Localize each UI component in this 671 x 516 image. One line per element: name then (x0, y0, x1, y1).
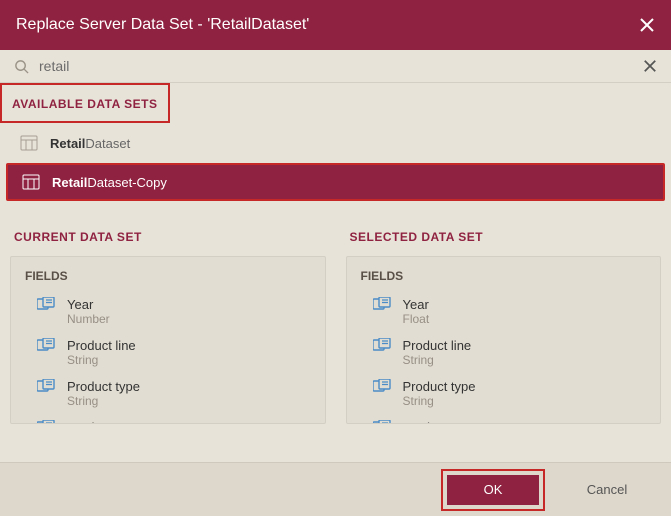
field-list-selected: YearFloatProduct lineStringProduct typeS… (347, 293, 661, 424)
ok-button[interactable]: OK (447, 475, 539, 505)
search-icon (14, 59, 29, 74)
current-fields-panel: FIELDS YearNumberProduct lineStringProdu… (10, 256, 326, 424)
selected-dataset-header: SELECTED DATA SET (346, 220, 662, 256)
field-text: Product lineString (403, 338, 472, 367)
field-name: Product (403, 420, 448, 424)
field-text: YearNumber (67, 297, 110, 326)
search-input[interactable] (39, 58, 633, 74)
field-name: Product line (403, 338, 472, 353)
field-text: Product typeString (67, 379, 140, 408)
field-name: Year (403, 297, 430, 312)
available-datasets-header: AVAILABLE DATA SETS (0, 83, 170, 123)
field-list-current: YearNumberProduct lineStringProduct type… (11, 293, 325, 424)
field-type: String (403, 353, 472, 367)
titlebar: Replace Server Data Set - 'RetailDataset… (0, 0, 671, 50)
field-icon (37, 379, 55, 393)
field-name: Year (67, 297, 110, 312)
field-text: Product typeString (403, 379, 476, 408)
dataset-row-selected[interactable]: RetailDataset-Copy (6, 163, 665, 201)
field-icon (37, 420, 55, 424)
field-row[interactable]: Product typeString (11, 375, 325, 416)
field-icon (37, 338, 55, 352)
field-icon (373, 297, 391, 311)
dialog-title: Replace Server Data Set - 'RetailDataset… (16, 16, 309, 34)
field-row[interactable]: Product typeString (347, 375, 661, 416)
dataset-row[interactable]: RetailDataset (6, 126, 665, 160)
cancel-button[interactable]: Cancel (561, 475, 653, 505)
field-row[interactable]: Product lineString (11, 334, 325, 375)
field-type: Number (67, 312, 110, 326)
dataset-list: RetailDataset RetailDataset-Copy (0, 126, 671, 214)
field-row[interactable]: YearFloat (347, 293, 661, 334)
field-row[interactable]: Product (347, 416, 661, 424)
dataset-label: RetailDataset (50, 136, 130, 151)
field-icon (37, 297, 55, 311)
field-name: Product type (67, 379, 140, 394)
dialog-footer: OK Cancel (0, 462, 671, 516)
field-row[interactable]: Product (11, 416, 325, 424)
field-name: Product line (67, 338, 136, 353)
clear-search-icon[interactable] (643, 59, 657, 73)
field-type: String (403, 394, 476, 408)
dataset-label: RetailDataset-Copy (52, 175, 167, 190)
dataset-icon (20, 135, 38, 151)
dataset-icon (22, 174, 40, 190)
field-text: Product (67, 420, 112, 424)
search-bar (0, 50, 671, 83)
field-text: Product lineString (67, 338, 136, 367)
field-row[interactable]: Product lineString (347, 334, 661, 375)
field-icon (373, 379, 391, 393)
field-icon (373, 420, 391, 424)
field-text: Product (403, 420, 448, 424)
fields-header: FIELDS (347, 257, 661, 293)
selected-dataset-column: SELECTED DATA SET FIELDS YearFloat Produc… (346, 220, 662, 424)
field-name: Product (67, 420, 112, 424)
field-name: Product type (403, 379, 476, 394)
fields-header: FIELDS (11, 257, 325, 293)
field-text: YearFloat (403, 297, 430, 326)
current-dataset-column: CURRENT DATA SET FIELDS YearNumber Produc… (10, 220, 326, 424)
current-dataset-header: CURRENT DATA SET (10, 220, 326, 256)
field-type: String (67, 353, 136, 367)
close-icon[interactable] (639, 17, 655, 33)
field-type: String (67, 394, 140, 408)
selected-fields-panel: FIELDS YearFloatProduct lineStringProduc… (346, 256, 662, 424)
field-row[interactable]: YearNumber (11, 293, 325, 334)
field-icon (373, 338, 391, 352)
field-type: Float (403, 312, 430, 326)
